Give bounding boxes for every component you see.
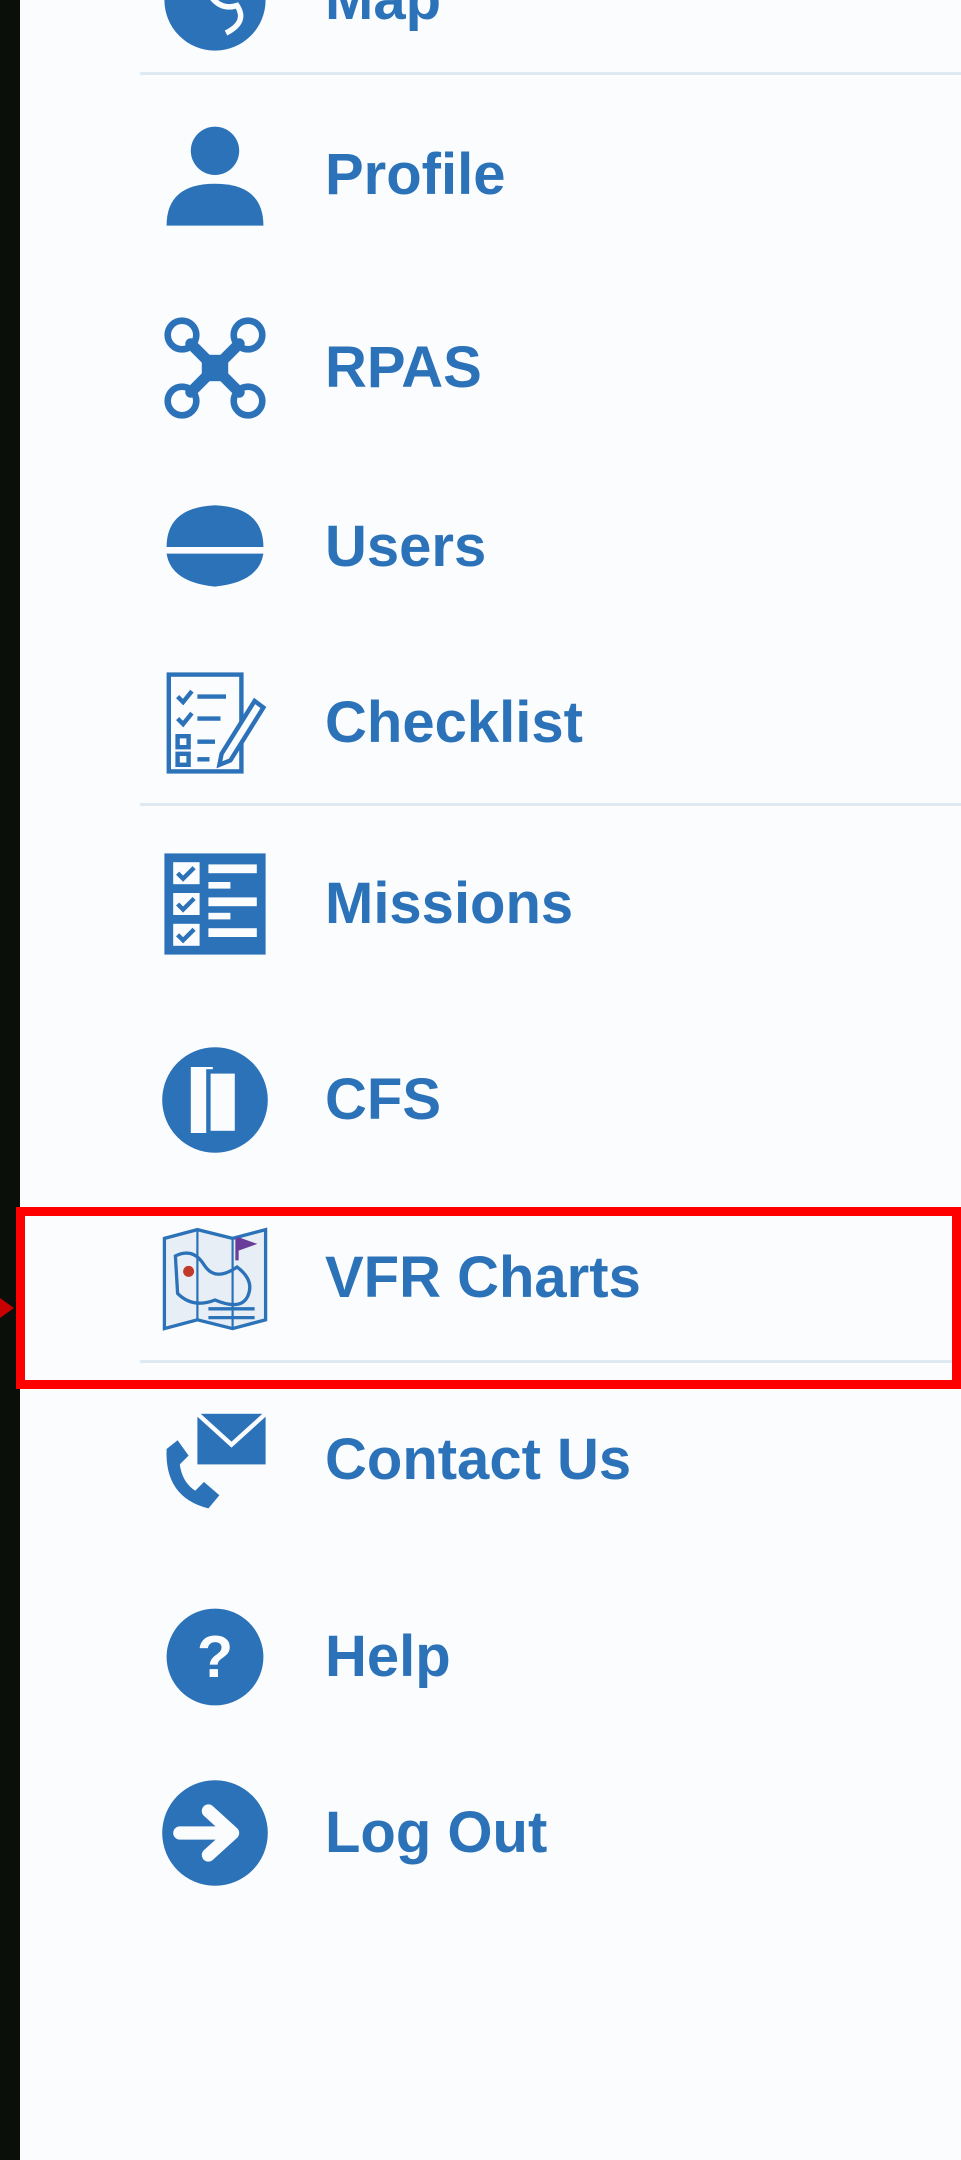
menu-item-missions[interactable]: Missions bbox=[20, 844, 961, 964]
chart-map-icon bbox=[160, 1223, 270, 1333]
side-menu-panel: Map Profile RPAS Us bbox=[20, 0, 961, 2160]
menu-item-label: Map bbox=[325, 0, 441, 29]
checklist-icon bbox=[160, 668, 270, 778]
menu-item-contact-us[interactable]: Contact Us bbox=[20, 1400, 961, 1520]
menu-item-vfr-charts[interactable]: VFR Charts bbox=[20, 1218, 961, 1338]
menu-item-map[interactable]: Map bbox=[20, 0, 961, 60]
pilot-cap-icon bbox=[160, 492, 270, 602]
menu-item-log-out[interactable]: Log Out bbox=[20, 1773, 961, 1893]
question-icon: ? bbox=[160, 1602, 270, 1712]
menu-item-label: Log Out bbox=[325, 1800, 548, 1865]
menu-item-label: CFS bbox=[325, 1067, 441, 1132]
svg-text:?: ? bbox=[197, 1623, 233, 1690]
phone-mail-icon bbox=[160, 1405, 270, 1515]
menu-item-checklist[interactable]: Checklist bbox=[20, 663, 961, 783]
menu-item-label: VFR Charts bbox=[325, 1245, 641, 1310]
arrow-pointer-icon bbox=[0, 1298, 14, 1318]
missions-list-icon bbox=[160, 849, 270, 959]
menu-item-help[interactable]: ? Help bbox=[20, 1597, 961, 1717]
menu-item-label: Checklist bbox=[325, 690, 583, 755]
menu-item-profile[interactable]: Profile bbox=[20, 115, 961, 235]
drone-icon bbox=[160, 313, 270, 423]
menu-divider bbox=[140, 1360, 961, 1363]
menu-item-label: Users bbox=[325, 514, 487, 579]
book-icon bbox=[160, 1045, 270, 1155]
menu-item-label: Profile bbox=[325, 142, 506, 207]
menu-item-label: Missions bbox=[325, 871, 574, 936]
menu-item-rpas[interactable]: RPAS bbox=[20, 308, 961, 428]
menu-divider bbox=[140, 803, 961, 806]
menu-item-label: Contact Us bbox=[325, 1427, 632, 1492]
menu-divider bbox=[140, 72, 961, 75]
menu-item-label: RPAS bbox=[325, 335, 482, 400]
globe-icon bbox=[160, 0, 270, 55]
menu-item-label: Help bbox=[325, 1624, 451, 1689]
person-icon bbox=[160, 120, 270, 230]
logout-arrow-icon bbox=[160, 1778, 270, 1888]
menu-item-cfs[interactable]: CFS bbox=[20, 1040, 961, 1160]
menu-item-users[interactable]: Users bbox=[20, 487, 961, 607]
